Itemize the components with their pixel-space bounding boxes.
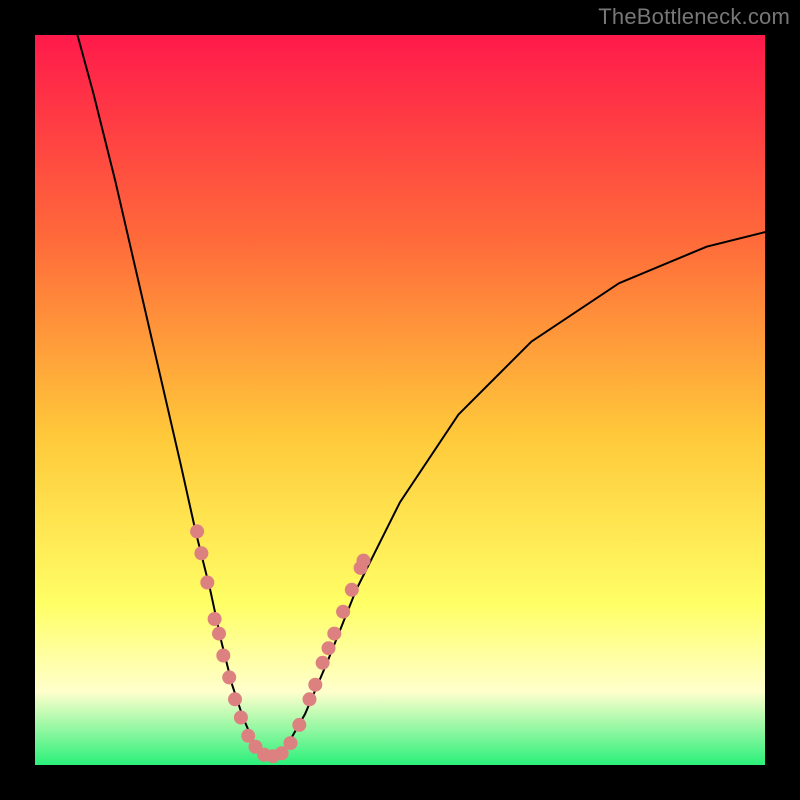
outer-frame: TheBottleneck.com xyxy=(0,0,800,800)
sample-point xyxy=(327,627,341,641)
sample-point xyxy=(200,576,214,590)
chart-svg xyxy=(35,35,765,765)
sample-point xyxy=(316,656,330,670)
watermark-text: TheBottleneck.com xyxy=(598,4,790,30)
gradient-background xyxy=(35,35,765,765)
sample-point xyxy=(336,605,350,619)
sample-point xyxy=(292,718,306,732)
sample-point xyxy=(322,641,336,655)
sample-point xyxy=(284,736,298,750)
sample-point xyxy=(234,711,248,725)
chart-area xyxy=(35,35,765,765)
sample-point xyxy=(216,649,230,663)
sample-point xyxy=(345,583,359,597)
sample-point xyxy=(194,546,208,560)
sample-point xyxy=(190,524,204,538)
sample-point xyxy=(208,612,222,626)
sample-point xyxy=(212,627,226,641)
sample-point xyxy=(303,692,317,706)
sample-point xyxy=(228,692,242,706)
sample-point xyxy=(308,678,322,692)
sample-point xyxy=(357,554,371,568)
sample-point xyxy=(222,670,236,684)
